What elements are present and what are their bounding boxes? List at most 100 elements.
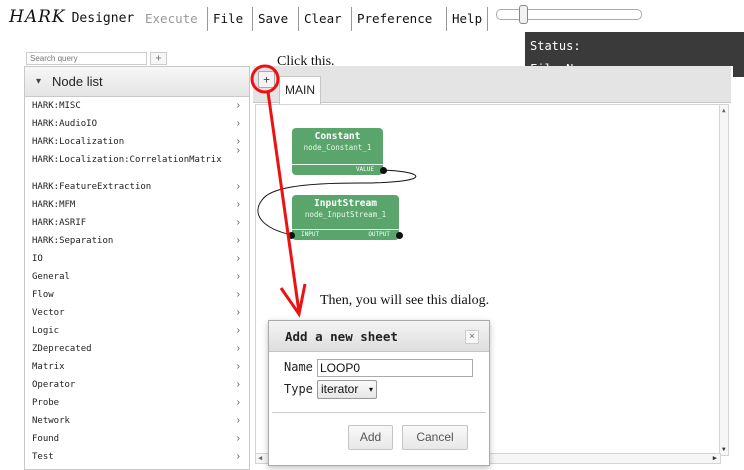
vertical-scrollbar[interactable]: ▲ ▼	[719, 104, 729, 456]
node-list-item-label: Matrix	[32, 362, 65, 372]
inputstream-node-title: InputStream	[314, 198, 377, 209]
scroll-right-icon[interactable]: ▶	[713, 454, 717, 462]
sheet-type-value: iterator	[321, 382, 359, 396]
logo-designer-text: Designer	[71, 11, 135, 26]
chevron-right-icon: ›	[236, 397, 240, 408]
collapse-caret-icon[interactable]: ▾	[36, 76, 41, 87]
node-list-item-label: HARK:Separation	[32, 236, 114, 246]
clear-menu[interactable]: Clear	[298, 7, 347, 31]
node-list-item-label: HARK:FeatureExtraction	[32, 182, 152, 192]
tab-main[interactable]: MAIN	[279, 76, 321, 104]
node-list-item-label: IO	[32, 254, 43, 264]
chevron-right-icon: ›	[236, 433, 240, 444]
dialog-title-bar: Add a new sheet ×	[269, 321, 489, 352]
node-list-item[interactable]: Flow ›	[25, 286, 249, 304]
node-list-item[interactable]: General ›	[25, 268, 249, 286]
inputstream-node[interactable]: InputStream node_InputStream_1 INPUT OUT…	[288, 195, 403, 240]
node-list-item[interactable]: Logic ›	[25, 322, 249, 340]
node-list-item-label: HARK:MFM	[32, 200, 76, 210]
inputstream-output-port[interactable]	[396, 232, 403, 239]
chevron-right-icon: ›	[236, 451, 240, 462]
cancel-button[interactable]: Cancel	[402, 425, 468, 450]
node-list-header[interactable]: ▾ Node list	[25, 67, 249, 97]
inputstream-node-id: node_InputStream_1	[304, 210, 387, 219]
chevron-right-icon: ›	[236, 199, 240, 210]
chevron-right-icon: ›	[236, 343, 240, 354]
node-list-item[interactable]: HARK:ASRIF ›	[25, 214, 249, 232]
preference-menu[interactable]: Preference	[351, 7, 437, 31]
node-list-item[interactable]: HARK:FeatureExtraction ›	[25, 178, 249, 196]
node-list-item-label: Found	[32, 434, 60, 444]
add-sheet-dialog: Add a new sheet × Name LOOP0 Type iterat…	[268, 320, 490, 466]
node-list-item[interactable]: HARK:MISC ›	[25, 97, 249, 115]
sheet-type-select[interactable]: iterator ▾	[317, 380, 377, 399]
node-list-item[interactable]: IO ›	[25, 250, 249, 268]
node-list-item-label: Vector	[32, 308, 65, 318]
node-list-item[interactable]: Vector ›	[25, 304, 249, 322]
node-list-item-label: Test	[32, 452, 54, 462]
inputstream-output-port-label: OUTPUT	[368, 231, 390, 238]
node-list-item[interactable]: HARK:AudioIO ›	[25, 115, 249, 133]
zoom-slider[interactable]	[496, 9, 642, 20]
chevron-right-icon: ›	[236, 253, 240, 264]
node-list-item-label: HARK:Localization:CorrelationMatrix	[32, 155, 222, 165]
node-list-item[interactable]: HARK:Separation ›	[25, 232, 249, 250]
node-list-item[interactable]: Network ›	[25, 412, 249, 430]
execute-menu[interactable]: Execute	[140, 7, 203, 31]
node-list-item[interactable]: Test ›	[25, 448, 249, 466]
node-list-item[interactable]: Found ›	[25, 430, 249, 448]
node-list-item[interactable]: Probe ›	[25, 394, 249, 412]
type-label: Type	[284, 382, 313, 396]
dialog-title: Add a new sheet	[285, 329, 398, 344]
chevron-right-icon: ›	[236, 100, 240, 111]
constant-output-port[interactable]	[380, 167, 387, 174]
node-list-item-label: Flow	[32, 290, 54, 300]
node-list-item-label: ZDeprecated	[32, 344, 92, 354]
chevron-right-icon: ›	[236, 118, 240, 129]
node-list-item[interactable]: HARK:Localization:CorrelationMatrix ›	[25, 142, 249, 169]
add-sheet-button[interactable]: +	[258, 71, 275, 88]
click-annotation: Click this.	[277, 54, 335, 69]
node-list-item[interactable]: ZDeprecated ›	[25, 340, 249, 358]
chevron-right-icon: ›	[236, 145, 240, 156]
node-list-panel: ▾ Node list HARK:MISC › HARK:AudioIO › HARK:…	[24, 66, 250, 470]
constant-node-ports: VALUE	[292, 164, 387, 175]
chevron-right-icon: ›	[236, 217, 240, 228]
chevron-right-icon: ›	[236, 289, 240, 300]
search-input[interactable]	[26, 52, 147, 65]
node-list-item[interactable]: Operator ›	[25, 376, 249, 394]
node-list-title: Node list	[52, 74, 103, 89]
file-menu[interactable]: File	[207, 7, 248, 31]
add-button[interactable]: Add	[348, 425, 393, 450]
scroll-down-icon[interactable]: ▼	[722, 446, 726, 453]
chevron-right-icon: ›	[236, 307, 240, 318]
scroll-up-icon[interactable]: ▲	[722, 107, 726, 114]
sheet-name-input[interactable]: LOOP0	[317, 359, 473, 377]
scroll-left-icon[interactable]: ◀	[258, 454, 262, 462]
chevron-right-icon: ›	[236, 181, 240, 192]
close-icon[interactable]: ×	[465, 330, 479, 344]
save-menu[interactable]: Save	[252, 7, 293, 31]
chevron-right-icon: ›	[236, 379, 240, 390]
zoom-slider-handle[interactable]	[519, 5, 528, 24]
node-list-item-label: Probe	[32, 398, 60, 408]
chevron-right-icon: ›	[236, 361, 240, 372]
menu-bar: HARK Designer Execute File Save Clear Pr…	[0, 0, 744, 36]
sheet-tab-bar: + MAIN	[253, 66, 731, 104]
constant-node[interactable]: Constant node_Constant_1 VALUE	[292, 128, 387, 175]
node-list-item-label: Operator	[32, 380, 76, 390]
inputstream-input-port-label: INPUT	[301, 231, 320, 238]
inputstream-input-port[interactable]	[288, 232, 295, 239]
constant-node-title: Constant	[314, 131, 361, 142]
inputstream-node-ports: INPUT OUTPUT	[288, 229, 403, 240]
node-list-item[interactable]: Matrix ›	[25, 358, 249, 376]
node-list-item[interactable]: HARK:MFM ›	[25, 196, 249, 214]
dialog-annotation: Then, you will see this dialog.	[320, 293, 490, 308]
node-list-item-label: HARK:MISC	[32, 101, 81, 111]
node-list-item-label: Logic	[32, 326, 60, 336]
search-add-button[interactable]: +	[150, 52, 167, 65]
node-list-item-label: General	[32, 272, 70, 282]
chevron-right-icon: ›	[236, 415, 240, 426]
help-menu[interactable]: Help	[446, 7, 489, 31]
name-label: Name	[284, 360, 313, 374]
